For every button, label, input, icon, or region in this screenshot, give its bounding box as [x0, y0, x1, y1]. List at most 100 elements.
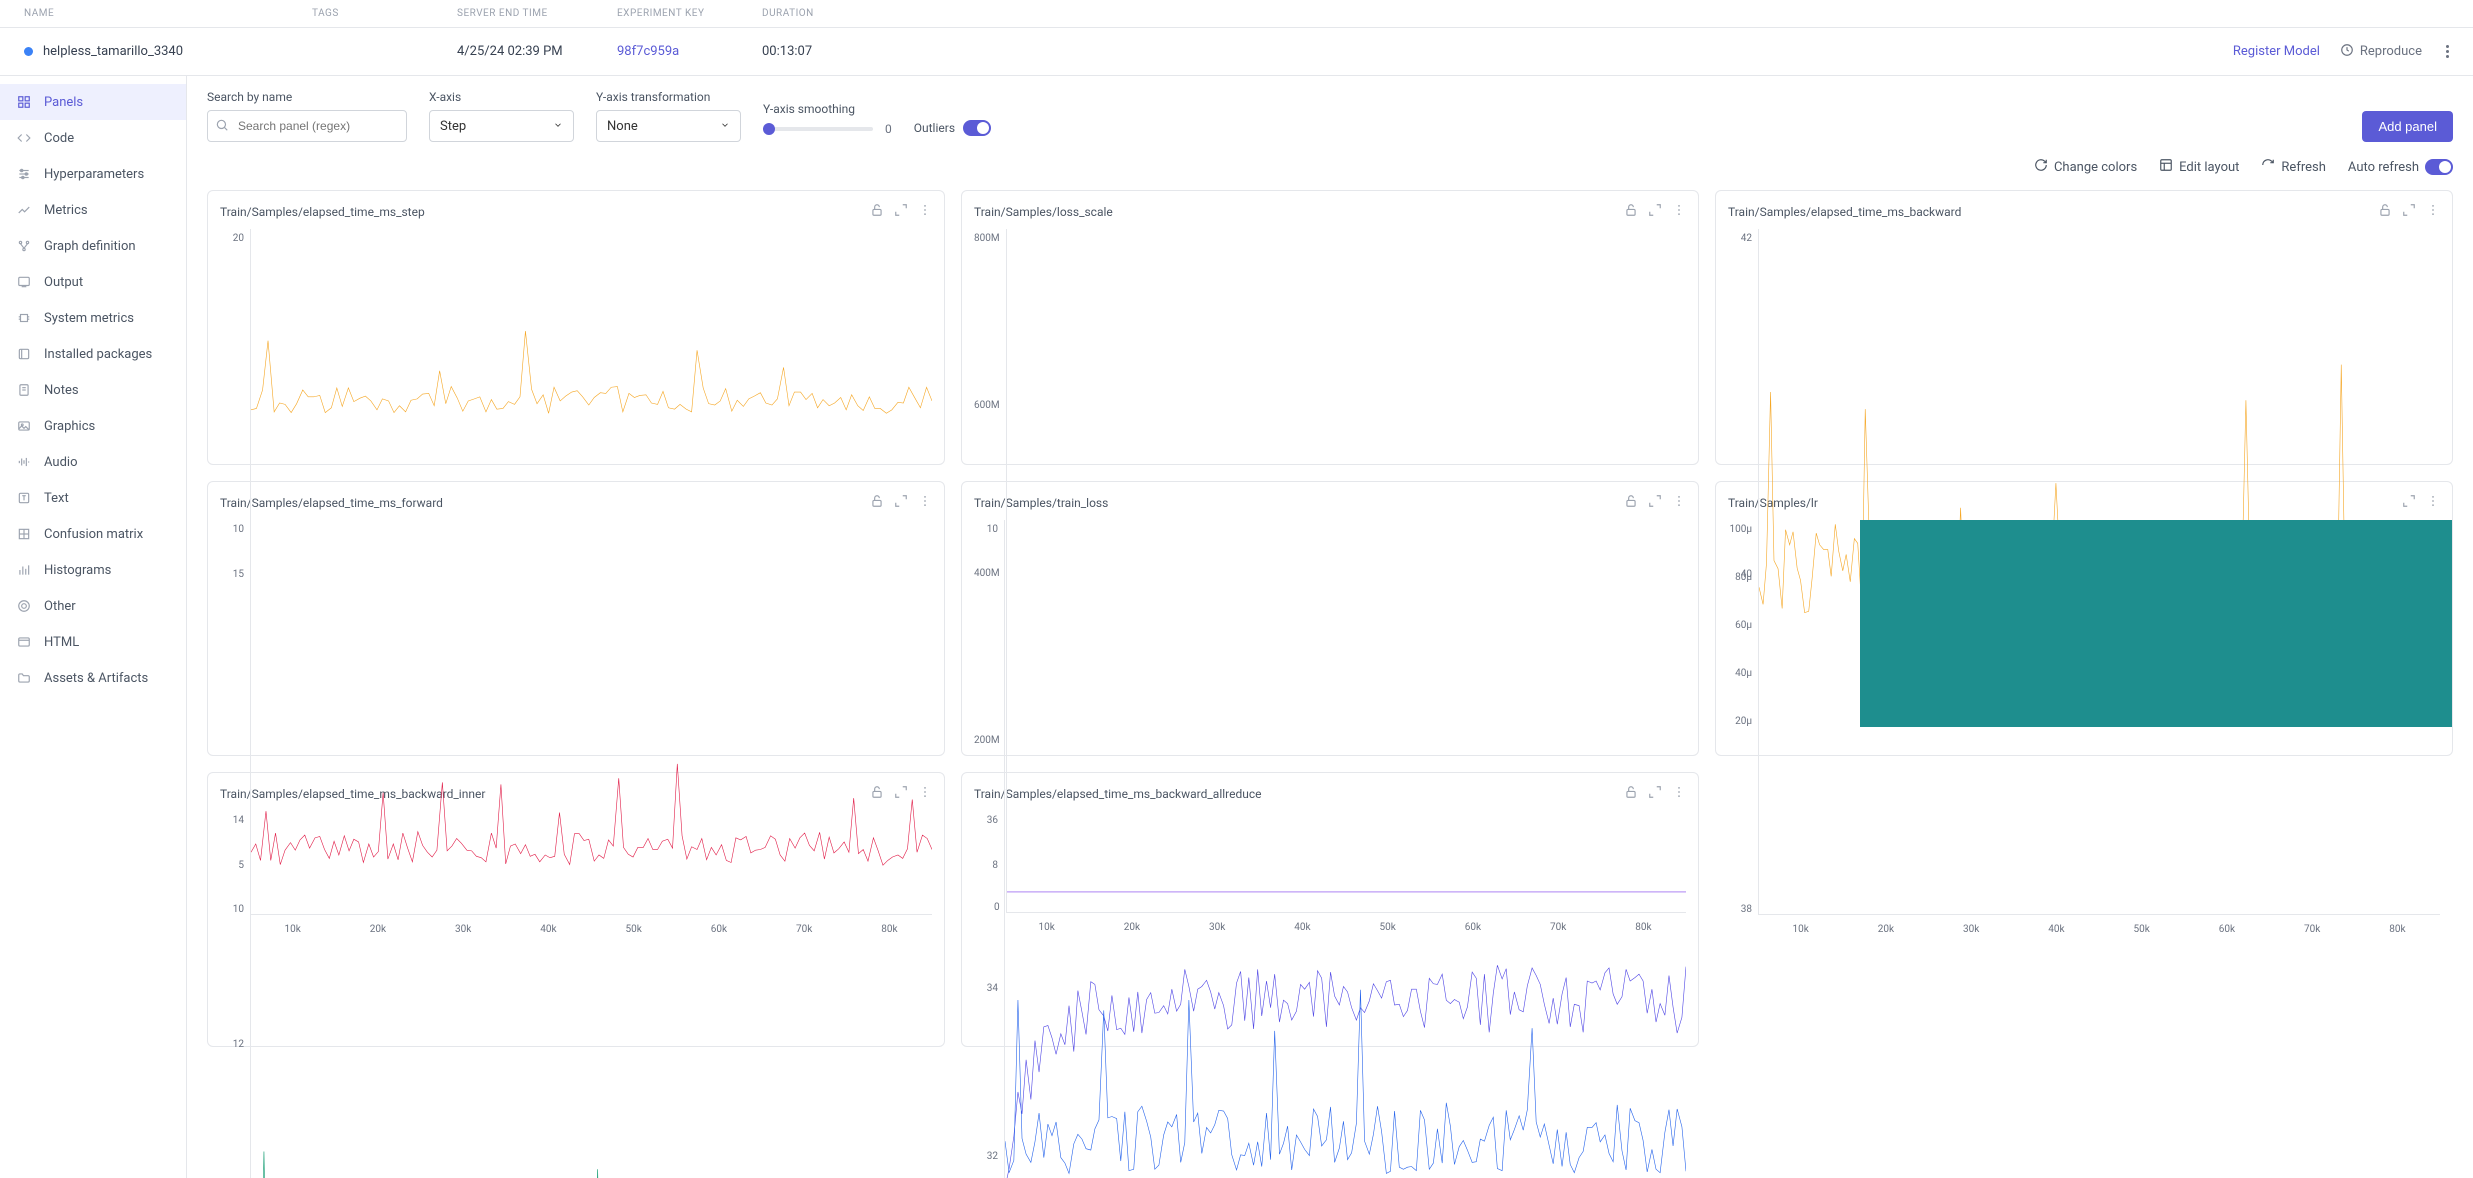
sidebar-label: Output [44, 275, 83, 290]
panel: Train/Samples/loss_scale800M600M400M200M… [961, 190, 1699, 465]
search-input[interactable] [207, 110, 407, 142]
slider-thumb[interactable] [763, 123, 775, 135]
smoothing-slider[interactable] [763, 127, 873, 131]
auto-refresh-toggle[interactable] [2425, 159, 2453, 175]
smoothing-value: 0 [885, 122, 892, 136]
metrics-icon [16, 202, 32, 218]
auto-refresh-control: Auto refresh [2348, 159, 2453, 175]
package-icon [16, 346, 32, 362]
add-panel-button[interactable]: Add panel [2362, 111, 2453, 142]
sidebar-label: System metrics [44, 311, 134, 326]
sidebar-label: Metrics [44, 203, 88, 218]
more-icon[interactable] [2426, 203, 2440, 221]
col-key-header: EXPERIMENT KEY [617, 8, 762, 19]
search-icon [215, 118, 229, 136]
search-input-wrapper [207, 110, 407, 142]
run-key-cell[interactable]: 98f7c959a [617, 44, 762, 59]
graph-icon [16, 238, 32, 254]
sidebar-label: Panels [44, 95, 83, 110]
plot-area [1004, 811, 1686, 1178]
notes-icon [16, 382, 32, 398]
panels-icon [16, 94, 32, 110]
unlock-icon[interactable] [1624, 203, 1638, 221]
sidebar-label: Assets & Artifacts [44, 671, 148, 686]
col-time-header: SERVER END TIME [457, 8, 617, 19]
register-model-button[interactable]: Register Model [2233, 44, 2320, 59]
lr-fill [1860, 520, 2452, 727]
sidebar-label: Histograms [44, 563, 111, 578]
xaxis-value: Step [440, 119, 466, 134]
sidebar-label: Notes [44, 383, 79, 398]
search-label: Search by name [207, 90, 407, 104]
histogram-icon [16, 562, 32, 578]
sidebar-label: HTML [44, 635, 79, 650]
more-icon[interactable] [1672, 203, 1686, 221]
sidebar-item-html[interactable]: HTML [0, 624, 186, 660]
outliers-label: Outliers [914, 121, 955, 135]
sidebar-item-audio[interactable]: Audio [0, 444, 186, 480]
expand-icon[interactable] [894, 203, 908, 221]
edit-layout-label: Edit layout [2179, 160, 2239, 175]
other-icon [16, 598, 32, 614]
sidebar-label: Hyperparameters [44, 167, 144, 182]
xaxis-label: X-axis [429, 90, 574, 104]
run-color-dot [24, 47, 33, 56]
sidebar: Panels Code Hyperparameters Metrics Grap… [0, 76, 187, 1178]
row-more-menu[interactable] [2442, 41, 2453, 62]
refresh-button[interactable]: Refresh [2261, 158, 2325, 176]
transform-select[interactable]: None [596, 110, 741, 142]
expand-icon[interactable] [2402, 203, 2416, 221]
smoothing-label: Y-axis smoothing [763, 102, 892, 116]
edit-layout-button[interactable]: Edit layout [2159, 158, 2239, 176]
sidebar-item-code[interactable]: Code [0, 120, 186, 156]
expand-icon[interactable] [1648, 203, 1662, 221]
plot-area [1758, 520, 2440, 727]
sidebar-item-other[interactable]: Other [0, 588, 186, 624]
html-icon [16, 634, 32, 650]
y-axis: 1412108 [220, 811, 250, 1178]
sidebar-item-notes[interactable]: Notes [0, 372, 186, 408]
run-name-text: helpless_tamarillo_3340 [43, 44, 183, 59]
sidebar-label: Code [44, 131, 74, 146]
run-name-cell[interactable]: helpless_tamarillo_3340 [12, 44, 312, 59]
sidebar-item-panels[interactable]: Panels [0, 84, 186, 120]
panel: Train/Samples/elapsed_time_ms_backward_a… [961, 772, 1699, 1047]
xaxis-select[interactable]: Step [429, 110, 574, 142]
content-area: Search by name X-axis Step Y-axis transf… [187, 76, 2473, 1178]
reproduce-button[interactable]: Reproduce [2340, 43, 2422, 61]
y-axis: 3634323028 [974, 811, 1004, 1178]
sidebar-label: Other [44, 599, 76, 614]
more-icon[interactable] [918, 203, 932, 221]
y-axis: 100µ80µ60µ40µ20µ [1728, 520, 1758, 747]
chart-area[interactable]: 100µ80µ60µ40µ20µ [1728, 520, 2440, 747]
sidebar-item-system-metrics[interactable]: System metrics [0, 300, 186, 336]
sidebar-item-graphics[interactable]: Graphics [0, 408, 186, 444]
sidebar-item-output[interactable]: Output [0, 264, 186, 300]
chart-area[interactable]: 363432302810k20k30k40k50k60k70k80k [974, 811, 1686, 1178]
reproduce-icon [2340, 43, 2354, 61]
unlock-icon[interactable] [870, 203, 884, 221]
chevron-down-icon [720, 119, 730, 134]
col-name-header: NAME [12, 8, 312, 19]
panel: Train/Samples/elapsed_time_ms_backward42… [1715, 190, 2453, 465]
panel: Train/Samples/train_loss1086010k20k30k40… [961, 481, 1699, 756]
sidebar-label: Confusion matrix [44, 527, 143, 542]
sidebar-item-histograms[interactable]: Histograms [0, 552, 186, 588]
audio-icon [16, 454, 32, 470]
sidebar-item-assets[interactable]: Assets & Artifacts [0, 660, 186, 696]
experiment-row: helpless_tamarillo_3340 4/25/24 02:39 PM… [0, 28, 2473, 76]
panels-toolbar: Change colors Edit layout Refresh Auto r… [207, 158, 2453, 176]
sidebar-item-hyperparameters[interactable]: Hyperparameters [0, 156, 186, 192]
auto-refresh-label: Auto refresh [2348, 160, 2419, 175]
sidebar-item-graph-definition[interactable]: Graph definition [0, 228, 186, 264]
sidebar-label: Text [44, 491, 69, 506]
sidebar-item-text[interactable]: Text [0, 480, 186, 516]
outliers-toggle[interactable] [963, 120, 991, 136]
sidebar-item-confusion-matrix[interactable]: Confusion matrix [0, 516, 186, 552]
unlock-icon[interactable] [2378, 203, 2392, 221]
change-colors-button[interactable]: Change colors [2034, 158, 2137, 176]
sidebar-item-metrics[interactable]: Metrics [0, 192, 186, 228]
panel: Train/Samples/elapsed_time_ms_forward105… [207, 481, 945, 756]
chart-area[interactable]: 141210810k20k30k40k50k60k70k80k [220, 811, 932, 1178]
sidebar-item-installed-packages[interactable]: Installed packages [0, 336, 186, 372]
